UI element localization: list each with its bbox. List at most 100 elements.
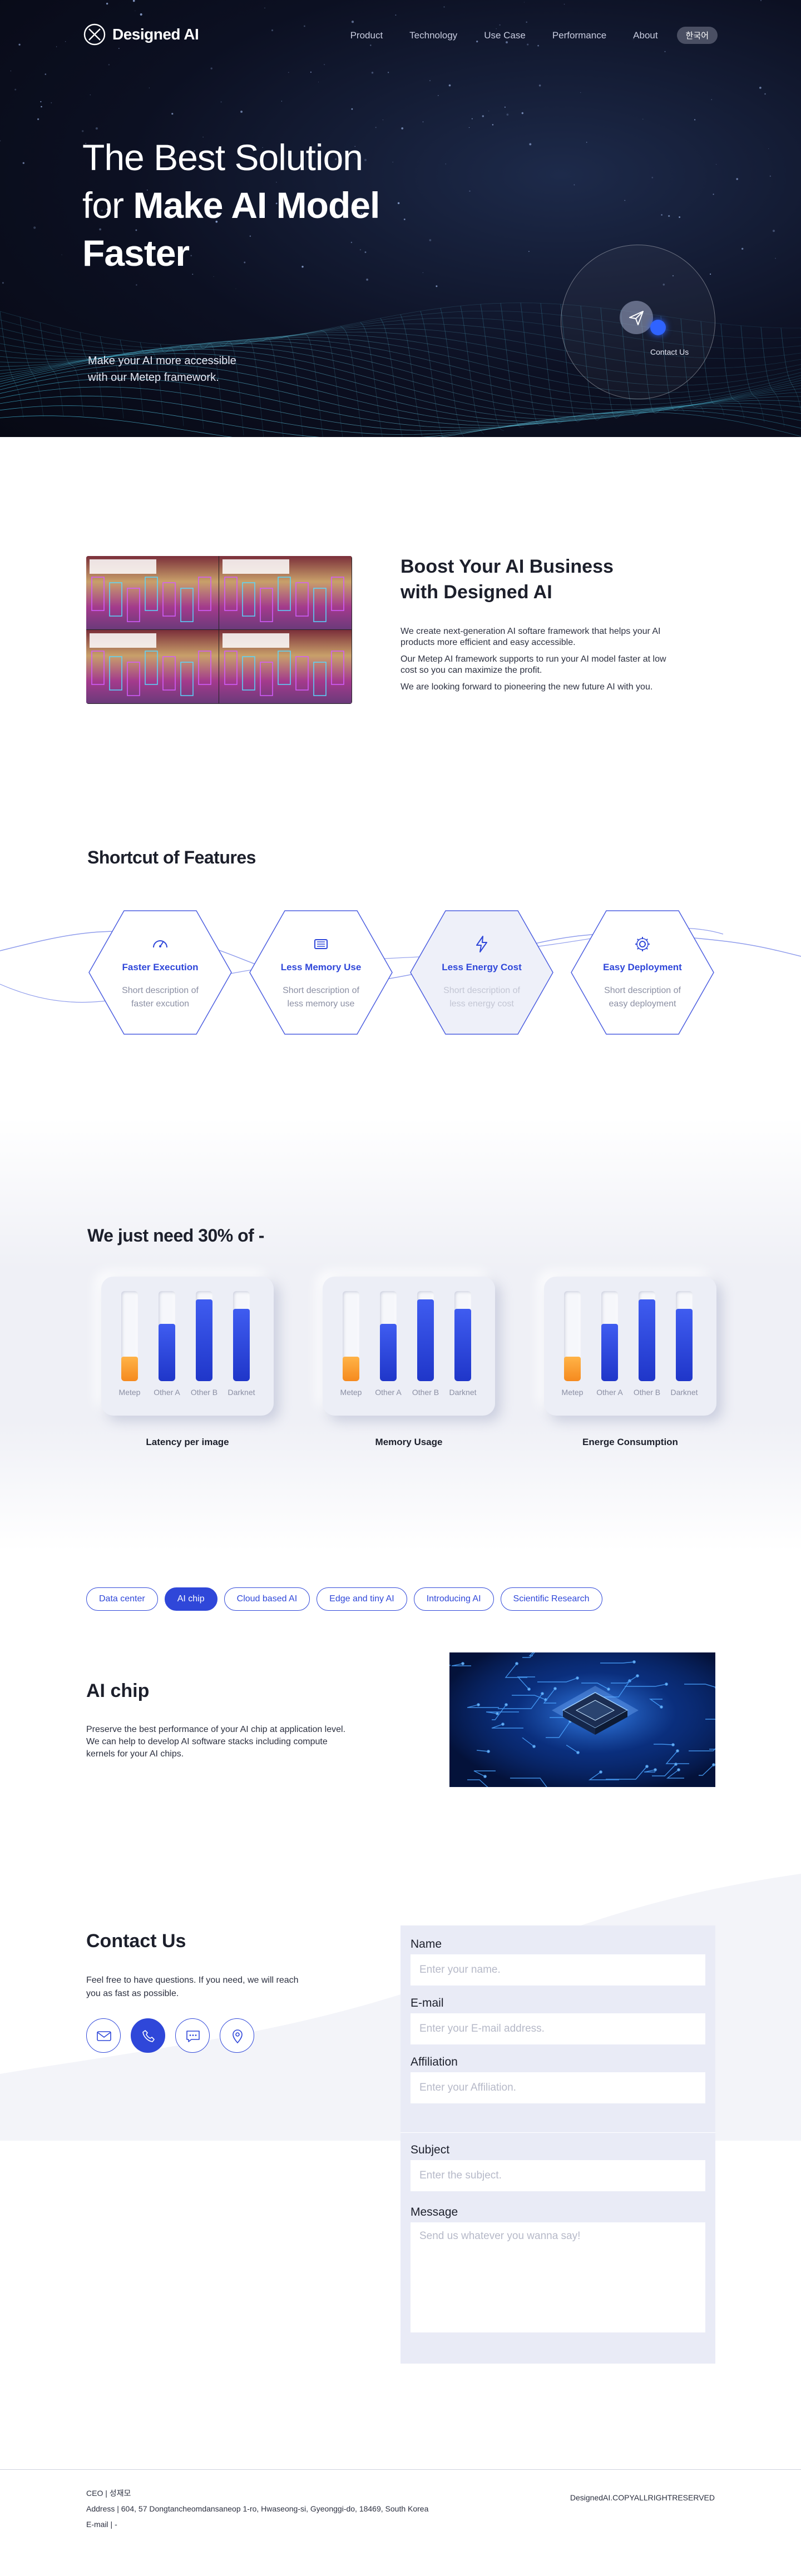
contact-form: Name E-mail Affiliation Subject Message <box>400 1925 715 2364</box>
tab-data-center[interactable]: Data center <box>86 1587 158 1611</box>
top-navigation: Designed AI Product Technology Use Case … <box>83 23 718 46</box>
contact-inner-circle <box>620 301 653 334</box>
nav-link-performance[interactable]: Performance <box>552 30 606 41</box>
bar-other-a <box>159 1324 175 1381</box>
bar-label: Other A <box>154 1388 180 1397</box>
brand-logo[interactable]: Designed AI <box>83 23 199 46</box>
footer-copyright: DesignedAI.COPYALLRIGHTRESERVED <box>570 2493 715 2502</box>
name-field[interactable] <box>411 1954 705 1986</box>
bar-track <box>676 1291 693 1381</box>
bar-label: Other B <box>633 1388 661 1397</box>
hero-title-line2-light: for <box>82 185 134 226</box>
bar-metep <box>564 1357 581 1381</box>
performance-chart-card: Metep Other A Other B Darknet <box>544 1277 716 1416</box>
lightning-icon <box>476 936 487 952</box>
language-toggle-button[interactable]: 한국어 <box>676 27 718 44</box>
chat-icon <box>186 2031 200 2042</box>
bar-track <box>417 1291 434 1381</box>
bar-track <box>564 1291 581 1381</box>
bar-other-b <box>417 1299 434 1381</box>
nav-menu: Product Technology Use Case Performance … <box>350 27 718 44</box>
footer-ceo: CEO | 성재모 <box>86 2489 131 2498</box>
about-paragraph: We are looking forward to pioneering the… <box>400 682 653 692</box>
feature-card-less-memory-use[interactable]: Less Memory Use Short description of less… <box>249 910 393 1035</box>
phone-button[interactable] <box>131 2018 165 2053</box>
email-button[interactable] <box>86 2018 121 2053</box>
affiliation-field[interactable] <box>411 2072 705 2103</box>
bar-label: Metep <box>118 1388 141 1397</box>
feature-card-less-energy-cost[interactable]: Less Energy Cost Short description of les… <box>409 910 554 1035</box>
brand-name: Designed AI <box>112 26 199 43</box>
memory-chip-icon <box>314 939 328 949</box>
about-title: Boost Your AI Business with Designed AI <box>400 556 614 603</box>
bar-other-a <box>380 1324 397 1381</box>
gauge-icon <box>153 940 167 948</box>
contact-method-icons <box>86 2018 254 2053</box>
contact-us-label: Contact Us <box>650 348 689 356</box>
bar-label: Darknet <box>670 1388 698 1397</box>
contact-indicator-dot <box>650 320 666 335</box>
nav-link-use-case[interactable]: Use Case <box>484 30 526 41</box>
phone-icon <box>142 2030 155 2042</box>
hero-subtitle: Make your AI more accessible with our Me… <box>88 355 236 384</box>
nav-link-product[interactable]: Product <box>350 30 383 41</box>
about-paragraph: We create next-generation AI softare fra… <box>400 627 661 647</box>
bar-label: Darknet <box>228 1388 255 1397</box>
feature-title: Easy Deployment <box>603 962 682 972</box>
subject-label: Subject <box>411 2143 450 2156</box>
chart-caption: Latency per image <box>146 1437 229 1447</box>
detection-demo-image <box>86 556 352 704</box>
bar-track <box>121 1291 138 1381</box>
bar-label: Metep <box>561 1388 584 1397</box>
message-row: Message <box>411 2206 705 2332</box>
bar-label: Other A <box>375 1388 402 1397</box>
performance-chart-card: Metep Other A Other B Darknet <box>323 1277 495 1416</box>
tab-ai-chip[interactable]: AI chip <box>164 1587 217 1611</box>
contact-title: Contact Us <box>86 1930 186 1952</box>
bar-track <box>343 1291 359 1381</box>
bar-other-a <box>601 1324 618 1381</box>
chart-caption: Memory Usage <box>375 1437 443 1447</box>
mail-icon <box>97 2031 111 2041</box>
tab-cloud-based-ai[interactable]: Cloud based AI <box>224 1587 310 1611</box>
feature-card-easy-deployment[interactable]: Easy Deployment Short description of easy… <box>570 910 715 1035</box>
bar-track <box>454 1291 471 1381</box>
contact-description: Feel free to have questions. If you need… <box>86 1976 299 1998</box>
bar-metep <box>343 1357 359 1381</box>
bar-other-b <box>639 1299 655 1381</box>
use-case-description: Preserve the best performance of your AI… <box>86 1725 346 1759</box>
use-case-tabs: Data center AI chip Cloud based AI Edge … <box>86 1587 602 1611</box>
feature-title: Less Energy Cost <box>442 962 522 972</box>
email-label: E-mail <box>411 1997 444 2009</box>
bar-darknet <box>454 1309 471 1381</box>
footer-email: E-mail | - <box>86 2520 117 2529</box>
footer-company-info: CEO | 성재모 Address | 604, 57 Dongtancheom… <box>86 2485 428 2532</box>
chart-caption: Energe Consumption <box>582 1437 678 1447</box>
about-body: We create next-generation AI softare fra… <box>400 626 668 698</box>
object-detection-grid-illustration <box>86 556 352 703</box>
nav-link-about[interactable]: About <box>633 30 657 41</box>
message-label: Message <box>411 2206 458 2218</box>
subject-field[interactable] <box>411 2160 705 2191</box>
feature-description: Short description of less memory use <box>283 986 359 1009</box>
tab-edge-and-tiny-ai[interactable]: Edge and tiny AI <box>317 1587 407 1611</box>
contact-us-circle-button[interactable]: Contact Us <box>561 245 715 399</box>
message-field[interactable] <box>411 2222 705 2332</box>
bar-label: Darknet <box>449 1388 477 1397</box>
affiliation-row: Affiliation <box>411 2056 705 2103</box>
bar-darknet <box>676 1309 693 1381</box>
email-field[interactable] <box>411 2013 705 2044</box>
bar-track <box>380 1291 397 1381</box>
feature-description: Short description of less energy cost <box>443 986 520 1009</box>
tab-introducing-ai[interactable]: Introducing AI <box>413 1587 494 1611</box>
bar-darknet <box>233 1309 250 1381</box>
name-label: Name <box>411 1938 442 1950</box>
tab-scientific-research[interactable]: Scientific Research <box>500 1587 602 1611</box>
bar-track <box>639 1291 655 1381</box>
location-button[interactable] <box>220 2018 254 2053</box>
paper-plane-icon <box>629 311 644 325</box>
hero-title-line3: Faster <box>82 232 190 274</box>
chat-button[interactable] <box>175 2018 210 2053</box>
nav-link-technology[interactable]: Technology <box>409 30 457 41</box>
feature-card-faster-execution[interactable]: Faster Execution Short description of fas… <box>88 910 233 1035</box>
